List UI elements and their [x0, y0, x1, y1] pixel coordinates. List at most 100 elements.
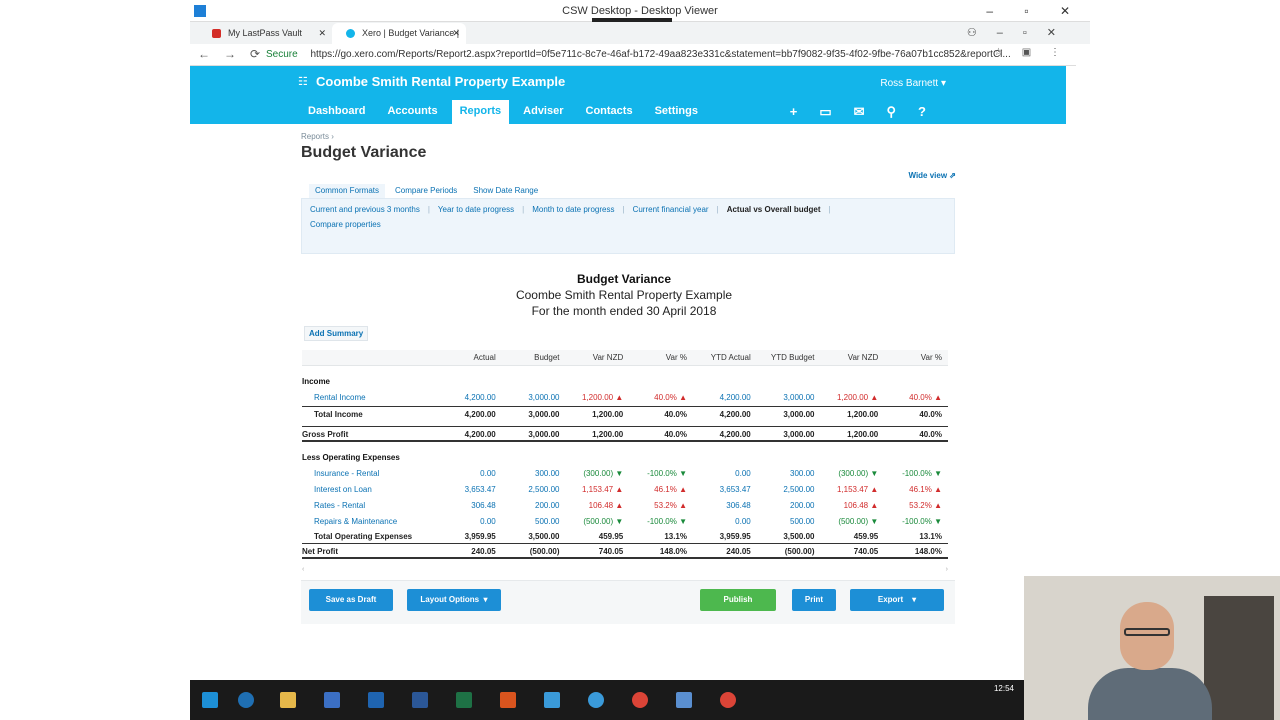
cell-value: 3,500.00	[528, 532, 560, 541]
close-icon[interactable]: ✕	[452, 23, 460, 44]
table-row[interactable]: Insurance - Rental 0.00 300.00 (300.00) ▼ -1…	[302, 466, 948, 482]
cell-value: (500.00) ▼	[838, 517, 879, 526]
cell-value: (500.00)	[784, 547, 815, 556]
app-icon[interactable]	[588, 692, 604, 708]
extension-icons[interactable]: ☆ ▣ ⋮	[994, 47, 1068, 58]
format-option[interactable]: Compare properties	[310, 220, 381, 229]
save-as-draft-button[interactable]: Save as Draft	[309, 589, 393, 611]
col-header: YTD Actual	[710, 353, 751, 362]
app-icon[interactable]	[324, 692, 340, 708]
table-row[interactable]: Repairs & Maintenance 0.00 500.00 (500.00) …	[302, 514, 948, 530]
excel-icon[interactable]	[456, 692, 472, 708]
cell-value: 3,959.95	[719, 532, 751, 541]
cell-value: 1,200.00	[847, 430, 879, 439]
tab-xero[interactable]: Xero | Budget Variance | ✕	[332, 23, 466, 44]
layout-options-button[interactable]: Layout Options ▾	[407, 589, 501, 611]
user-name: Ross Barnett	[880, 78, 939, 89]
cell-value: (300.00) ▼	[583, 469, 624, 478]
table-row[interactable]: Rates - Rental 306.48 200.00 106.48 ▲ 53.2% …	[302, 498, 948, 514]
format-option[interactable]: Current and previous 3 months	[310, 205, 420, 214]
nav-settings[interactable]: Settings	[647, 100, 706, 124]
wide-view-link[interactable]: Wide view ⇗	[908, 171, 956, 180]
export-button[interactable]: Export ▾	[850, 589, 944, 611]
nav-accounts[interactable]: Accounts	[379, 100, 445, 124]
print-button[interactable]: Print	[792, 589, 836, 611]
chrome-icon[interactable]	[720, 692, 736, 708]
xero-icon	[346, 29, 355, 38]
table-row[interactable]: Interest on Loan 3,653.47 2,500.00 1,153.47…	[302, 482, 948, 498]
app-icon[interactable]	[544, 692, 560, 708]
breadcrumb[interactable]: Reports ›	[301, 132, 334, 141]
folder-icon[interactable]	[280, 692, 296, 708]
firefox-icon[interactable]	[500, 692, 516, 708]
cell-value: 1,200.00	[592, 410, 624, 419]
publish-button[interactable]: Publish	[700, 589, 776, 611]
cell-value: 46.1% ▲	[909, 485, 942, 494]
url-field[interactable]: Secure https://go.xero.com/Reports/Repor…	[254, 46, 1034, 64]
nav-reports[interactable]: Reports	[451, 100, 510, 124]
browser-window-controls[interactable]: ⚇–▫✕	[967, 26, 1076, 39]
cell-value: 240.05	[726, 547, 751, 556]
cell-value: 0.00	[735, 469, 751, 478]
outlook-icon[interactable]	[368, 692, 384, 708]
report-org: Coombe Smith Rental Property Example	[515, 288, 733, 302]
cell-value: 1,200.00	[847, 410, 879, 419]
cell-value: 3,000.00	[528, 393, 560, 402]
close-icon[interactable]: ✕	[318, 23, 326, 44]
format-option-selected[interactable]: Actual vs Overall budget	[727, 205, 821, 214]
ie-icon[interactable]	[238, 692, 254, 708]
row-label: Interest on Loan	[314, 485, 372, 494]
cell-value: -100.0% ▼	[647, 517, 687, 526]
cell-value: 3,000.00	[528, 410, 560, 419]
action-bar: Save as Draft Layout Options ▾ Publish P…	[301, 580, 955, 624]
menu-icon[interactable]: ☷	[298, 75, 308, 88]
cell-value: 240.05	[471, 547, 496, 556]
row-label: Rental Income	[314, 393, 366, 402]
cell-value: 4,200.00	[719, 410, 751, 419]
start-icon[interactable]	[202, 692, 218, 708]
cell-value: 3,653.47	[464, 485, 496, 494]
cell-value: 40.0% ▲	[654, 393, 687, 402]
cell-value: 2,500.00	[783, 485, 815, 494]
button-label: Export	[877, 595, 904, 604]
total-opex-row: Total Operating Expenses 3,959.95 3,500.00…	[302, 530, 948, 543]
lastpass-icon	[212, 29, 221, 38]
xero-header: ☷ Coombe Smith Rental Property Example R…	[190, 66, 1066, 124]
row-label: Gross Profit	[302, 430, 349, 439]
tab-compare-periods[interactable]: Compare Periods	[389, 184, 463, 198]
tab-lastpass[interactable]: My LastPass Vault ✕	[198, 23, 332, 44]
user-menu[interactable]: Ross Barnett ▾	[880, 78, 946, 89]
cell-value: (500.00)	[529, 547, 560, 556]
format-option[interactable]: Month to date progress	[532, 205, 614, 214]
cell-value: 53.2% ▲	[909, 501, 942, 510]
org-name[interactable]: Coombe Smith Rental Property Example	[316, 74, 565, 89]
presenter-body	[1088, 668, 1212, 720]
format-option[interactable]: Current financial year	[633, 205, 709, 214]
remote-desktop-titlebar: CSW Desktop - Desktop Viewer – ▫ ✕	[190, 0, 1090, 30]
table-row[interactable]: Rental Income 4,200.00 3,000.00 1,200.00 ▲ 4…	[302, 390, 948, 406]
nav-adviser[interactable]: Adviser	[515, 100, 571, 124]
format-option[interactable]: Year to date progress	[438, 205, 514, 214]
nav-contacts[interactable]: Contacts	[578, 100, 641, 124]
left-margin	[0, 0, 190, 720]
window-controls[interactable]: – ▫ ✕	[986, 0, 1084, 22]
remote-desktop-icon[interactable]	[676, 692, 692, 708]
cell-value: 4,200.00	[719, 393, 751, 402]
cell-value: 500.00	[535, 517, 560, 526]
tab-show-date-range[interactable]: Show Date Range	[467, 184, 544, 198]
chrome-icon[interactable]	[632, 692, 648, 708]
tab-label: My LastPass Vault	[228, 28, 302, 38]
col-header: Budget	[534, 353, 560, 362]
section-opex: Less Operating Expenses	[302, 450, 948, 466]
report-title: Budget Variance	[576, 272, 672, 286]
report-page: Reports › Budget Variance Wide view ⇗ Co…	[190, 124, 1066, 680]
cell-value: 40.0%	[664, 430, 687, 439]
tab-common-formats[interactable]: Common Formats	[309, 184, 386, 198]
tab-label: Xero | Budget Variance |	[362, 28, 460, 38]
nav-dashboard[interactable]: Dashboard	[300, 100, 373, 124]
word-icon[interactable]	[412, 692, 428, 708]
header-tools[interactable]: +▭✉⚲?	[790, 104, 948, 120]
horizontal-scrollbar[interactable]: ‹ ›	[302, 566, 948, 573]
clock[interactable]: 12:54	[994, 684, 1014, 693]
add-summary-button[interactable]: Add Summary	[304, 326, 369, 341]
